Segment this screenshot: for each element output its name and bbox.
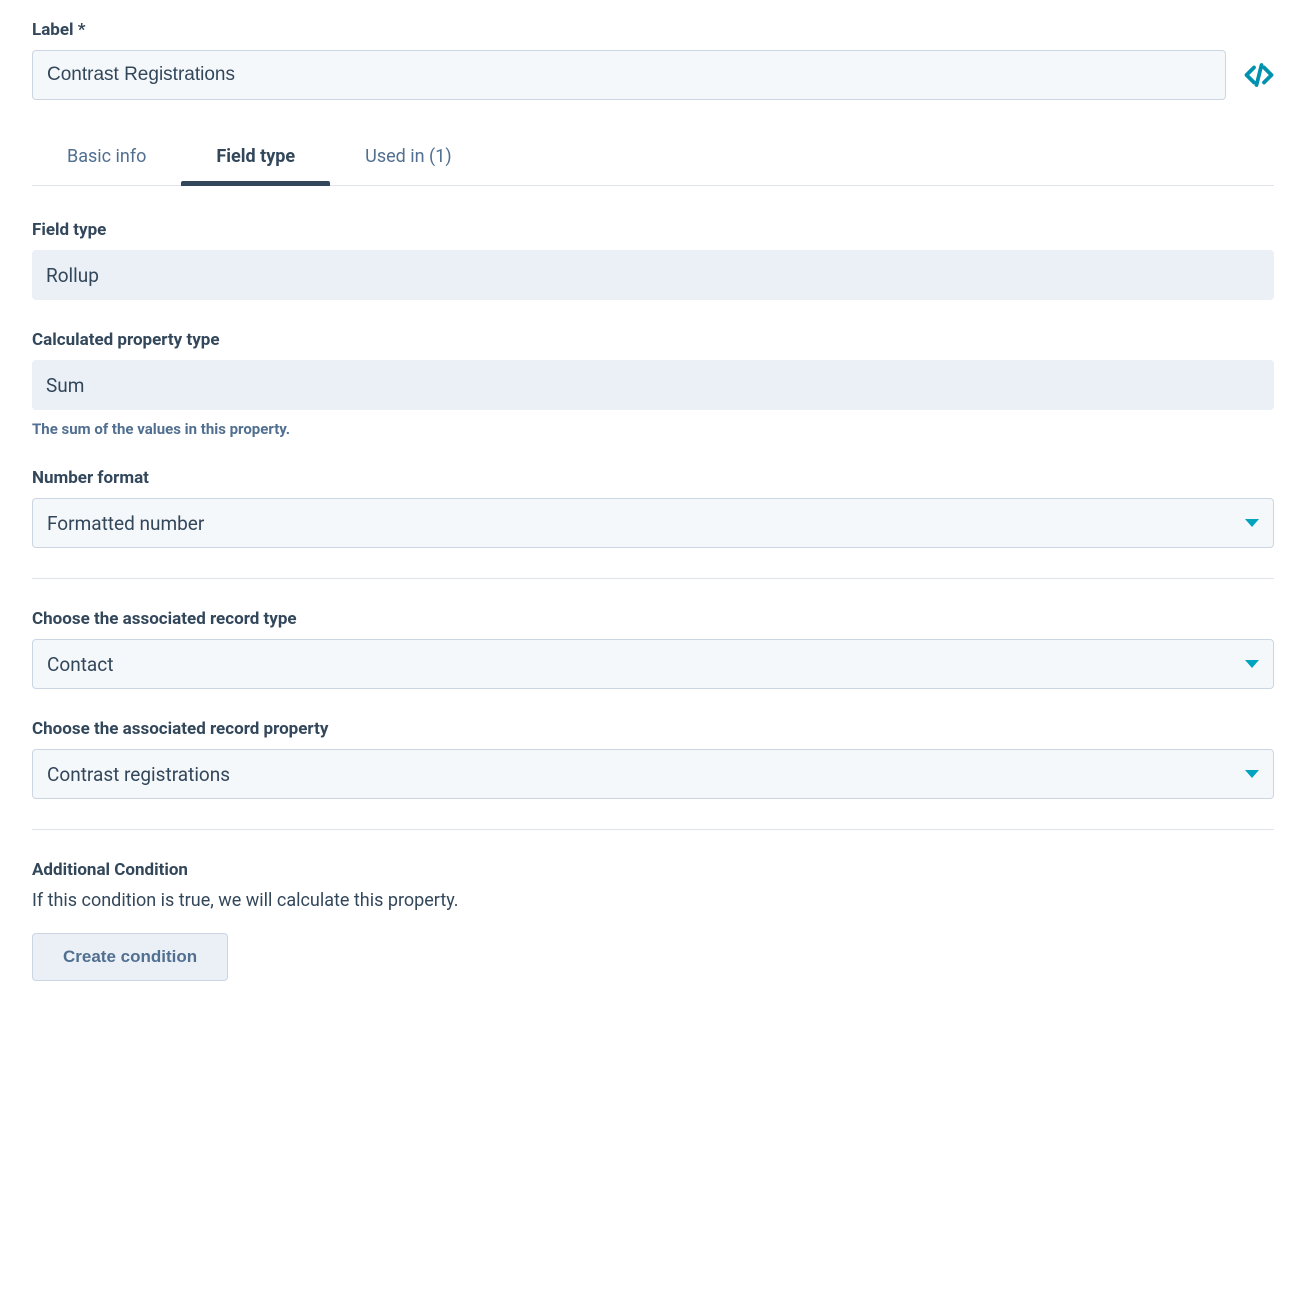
calc-prop-type-value: Sum xyxy=(32,360,1274,410)
number-format-label: Number format xyxy=(32,468,1274,488)
field-type-label: Field type xyxy=(32,220,1274,240)
chevron-down-icon xyxy=(1245,660,1259,668)
label-section: Label * xyxy=(32,20,1274,100)
assoc-record-type-value: Contact xyxy=(47,653,113,676)
assoc-record-prop-select[interactable]: Contrast registrations xyxy=(32,749,1274,799)
code-icon[interactable] xyxy=(1244,60,1274,90)
label-field-label: Label * xyxy=(32,20,1274,40)
create-condition-button[interactable]: Create condition xyxy=(32,933,228,981)
divider xyxy=(32,829,1274,830)
assoc-record-type-group: Choose the associated record type Contac… xyxy=(32,609,1274,689)
tab-basic-info[interactable]: Basic info xyxy=(32,134,181,185)
assoc-record-prop-label: Choose the associated record property xyxy=(32,719,1274,739)
additional-condition-section: Additional Condition If this condition i… xyxy=(32,860,1274,981)
number-format-value: Formatted number xyxy=(47,512,204,535)
field-type-group: Field type Rollup xyxy=(32,220,1274,300)
number-format-group: Number format Formatted number xyxy=(32,468,1274,548)
number-format-select[interactable]: Formatted number xyxy=(32,498,1274,548)
chevron-down-icon xyxy=(1245,770,1259,778)
field-type-value: Rollup xyxy=(32,250,1274,300)
assoc-record-prop-group: Choose the associated record property Co… xyxy=(32,719,1274,799)
tabs: Basic info Field type Used in (1) xyxy=(32,134,1274,186)
calc-prop-type-help: The sum of the values in this property. xyxy=(32,420,1274,438)
additional-condition-heading: Additional Condition xyxy=(32,860,1274,880)
tab-used-in[interactable]: Used in (1) xyxy=(330,134,486,185)
label-input[interactable] xyxy=(32,50,1226,100)
assoc-record-prop-value: Contrast registrations xyxy=(47,763,230,786)
tab-field-type[interactable]: Field type xyxy=(181,134,330,185)
assoc-record-type-select[interactable]: Contact xyxy=(32,639,1274,689)
assoc-record-type-label: Choose the associated record type xyxy=(32,609,1274,629)
calc-prop-type-group: Calculated property type Sum The sum of … xyxy=(32,330,1274,438)
calc-prop-type-label: Calculated property type xyxy=(32,330,1274,350)
chevron-down-icon xyxy=(1245,519,1259,527)
additional-condition-description: If this condition is true, we will calcu… xyxy=(32,890,1274,911)
divider xyxy=(32,578,1274,579)
